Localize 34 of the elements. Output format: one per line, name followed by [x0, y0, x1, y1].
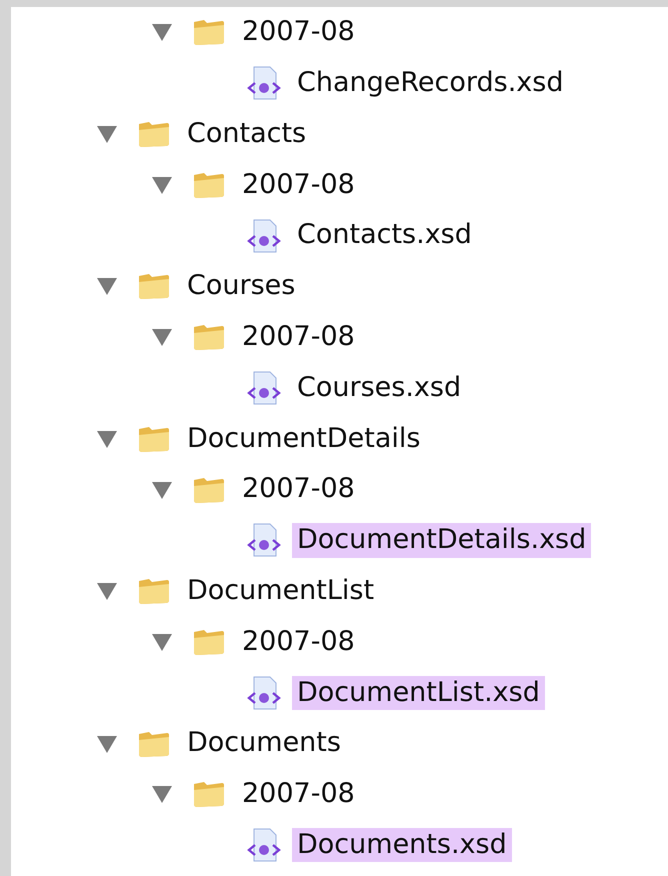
disclosure-triangle-icon[interactable] — [96, 428, 118, 449]
folder-name[interactable]: Courses — [182, 269, 300, 304]
folder-name[interactable]: 2007-08 — [237, 320, 360, 354]
folder-name[interactable]: 2007-08 — [237, 777, 360, 812]
disclosure-triangle-icon[interactable] — [96, 276, 118, 296]
disclosure-triangle-icon[interactable] — [151, 22, 173, 42]
disclosure-triangle-icon[interactable] — [96, 124, 118, 144]
folder-name[interactable]: Contacts — [182, 116, 312, 152]
file-name[interactable]: DocumentDetails.xsd — [292, 523, 592, 558]
folder-name[interactable]: 2007-08 — [237, 168, 360, 202]
file-name[interactable]: ChangeRecords.xsd — [292, 66, 568, 100]
xsd-file-icon — [246, 674, 282, 711]
folder-name[interactable]: Documents — [182, 726, 346, 761]
folder-name[interactable]: 2007-08 — [237, 15, 360, 50]
folder-name[interactable]: 2007-08 — [237, 472, 360, 507]
file-name[interactable]: Courses.xsd — [292, 370, 466, 406]
xsd-file-icon — [246, 65, 282, 102]
disclosure-triangle-icon[interactable] — [151, 632, 173, 652]
disclosure-triangle-icon[interactable] — [151, 174, 173, 195]
disclosure-triangle-icon[interactable] — [151, 327, 173, 348]
disclosure-triangle-icon[interactable] — [96, 581, 118, 602]
file-name[interactable]: DocumentList.xsd — [292, 676, 545, 710]
xsd-file-icon — [246, 218, 282, 254]
xsd-file-icon — [246, 522, 282, 558]
disclosure-triangle-icon[interactable] — [151, 480, 173, 500]
xsd-file-icon — [246, 370, 282, 406]
file-name[interactable]: Documents.xsd — [292, 828, 512, 862]
folder-name[interactable]: DocumentList — [182, 574, 380, 608]
folder-name[interactable]: 2007-08 — [237, 624, 360, 660]
xsd-file-icon — [246, 827, 282, 864]
folder-name[interactable]: DocumentDetails — [182, 422, 426, 456]
disclosure-triangle-icon[interactable] — [151, 784, 173, 804]
disclosure-triangle-icon[interactable] — [96, 734, 118, 754]
file-name[interactable]: Contacts.xsd — [292, 218, 477, 253]
